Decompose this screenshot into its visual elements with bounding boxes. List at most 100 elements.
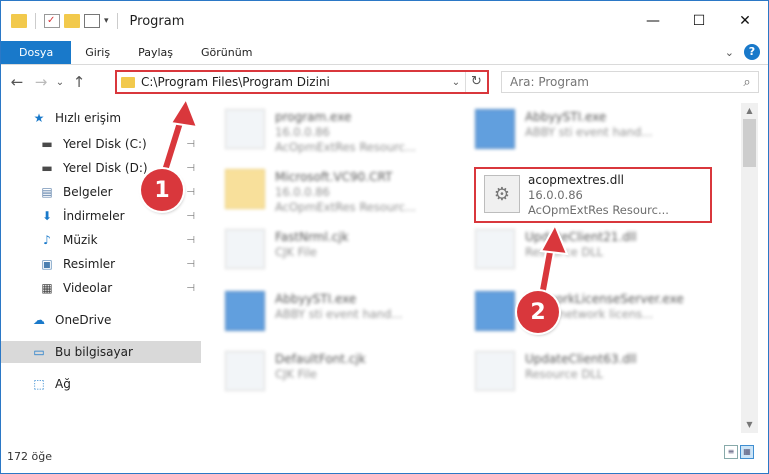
sidebar-item-quick-access[interactable]: ★ Hızlı erişim [1,107,201,129]
sidebar-item-onedrive[interactable]: ☁ OneDrive [1,309,201,331]
divider [35,13,36,29]
file-name: AbbyySTI.exe [525,110,607,124]
recent-locations-button[interactable]: ⌄ [53,77,67,88]
file-tile[interactable]: AbbyySTI.exe ABBY sti event hand... [459,105,709,163]
sidebar-item-disk-c[interactable]: ▬ Yerel Disk (C:) ⊣ [1,133,201,155]
customize-icon[interactable] [84,14,100,28]
file-detail: 16.0.0.86 [275,125,330,139]
pin-icon[interactable]: ⊣ [186,187,195,198]
exe-icon [225,109,265,149]
view-switcher: ≡ ▦ [724,445,754,459]
address-path[interactable]: C:\Program Files\Program Dizini [141,75,447,89]
properties-icon[interactable]: ✓ [44,14,60,28]
file-name: program.exe [275,110,352,124]
file-tile[interactable]: Microsoft.VC90.CRT 16.0.0.86 AcOpmExtRes R… [209,165,459,223]
network-icon: ⬚ [33,377,45,391]
file-tile[interactable]: NetworkLicenseServer.exe ABBY network lic… [459,287,709,345]
pin-icon[interactable]: ⊣ [186,211,195,222]
sidebar-item-videos[interactable]: ▦ Videolar ⊣ [1,277,201,299]
quick-access-toolbar: ✓ ▾ [11,13,122,29]
scroll-up-button[interactable]: ▲ [741,103,758,119]
maximize-button[interactable]: ☐ [676,1,722,41]
sidebar-item-label: Yerel Disk (C:) [63,137,147,151]
file-icon [225,229,265,269]
exe-icon [475,109,515,149]
forward-button[interactable]: → [29,73,53,91]
refresh-button[interactable]: ↻ [465,72,487,92]
file-detail: AcOpmExtRes Resourc... [275,140,416,154]
step-badge-1: 1 [141,169,183,211]
close-button[interactable]: ✕ [722,1,768,41]
sidebar-item-label: Ağ [55,377,71,391]
file-version: 16.0.0.86 [528,188,583,202]
exe-icon [475,291,515,331]
sidebar-item-label: Resimler [63,257,116,271]
file-detail: Resource DLL [525,245,604,259]
scroll-down-button[interactable]: ▼ [741,417,758,433]
tab-file[interactable]: Dosya [1,41,72,64]
file-detail: CJK File [275,245,317,259]
file-detail: Resource DLL [525,367,604,381]
file-tile[interactable]: DefaultFont.cjk CJK File [209,347,459,405]
address-bar[interactable]: C:\Program Files\Program Dizini ⌄ ↻ [115,70,489,94]
address-dropdown-button[interactable]: ⌄ [447,77,465,88]
search-icon[interactable]: ⌕ [736,75,758,90]
folder-icon [11,14,27,28]
status-bar: 172 öğe [1,439,768,473]
pictures-icon: ▣ [41,257,53,271]
search-box[interactable]: ⌕ [501,71,759,93]
highlighted-file-tile[interactable]: ⚙ acopmextres.dll 16.0.0.86 AcOpmExtRes … [474,167,712,223]
tiles-view-icon[interactable]: ▦ [740,445,754,459]
cloud-icon: ☁ [33,313,45,327]
minimize-button[interactable]: — [630,1,676,41]
window-title: Program [129,13,185,29]
chevron-down-icon[interactable]: ▾ [104,16,109,26]
details-view-icon[interactable]: ≡ [724,445,738,459]
tab-home[interactable]: Giriş [71,41,124,64]
tab-view[interactable]: Görünüm [187,41,266,64]
sidebar-item-label: Hızlı erişim [55,111,122,125]
expand-ribbon-icon[interactable]: ⌄ [725,46,734,59]
star-icon: ★ [33,111,45,125]
sidebar-item-network[interactable]: ⬚ Ağ [1,373,201,395]
back-button[interactable]: ← [5,73,29,91]
pin-icon[interactable]: ⊣ [186,259,195,270]
folder-icon [225,169,265,209]
step-badge-2: 2 [517,291,559,333]
pin-icon[interactable]: ⊣ [186,283,195,294]
sidebar-item-music[interactable]: ♪ Müzik ⊣ [1,229,201,251]
tab-share[interactable]: Paylaş [124,41,187,64]
ribbon-tabs: Dosya Giriş Paylaş Görünüm ⌄ ? [1,41,768,65]
search-input[interactable] [510,75,736,89]
sidebar-item-label: İndirmeler [63,209,125,223]
vertical-scrollbar[interactable]: ▲ ▼ [741,103,758,433]
title-bar: ✓ ▾ Program — ☐ ✕ [1,1,768,41]
video-icon: ▦ [41,281,53,295]
pin-icon[interactable]: ⊣ [186,235,195,246]
file-tile[interactable]: UpdateClient63.dll Resource DLL [459,347,709,405]
pin-icon[interactable]: ⊣ [186,163,195,174]
help-icon[interactable]: ? [744,44,760,60]
new-folder-icon[interactable] [64,14,80,28]
scroll-thumb[interactable] [743,119,756,167]
dll-gear-icon: ⚙ [484,175,520,213]
folder-icon [121,76,135,88]
up-button[interactable]: ↑ [67,73,91,91]
sidebar-item-pictures[interactable]: ▣ Resimler ⊣ [1,253,201,275]
file-tile[interactable]: UpdateClient21.dll Resource DLL [459,225,709,283]
file-tile[interactable]: FastNrml.cjk CJK File [209,225,459,283]
pin-icon[interactable]: ⊣ [186,139,195,150]
file-detail: CJK File [275,367,317,381]
file-name: UpdateClient21.dll [525,230,637,244]
file-detail: ABBY sti event hand... [525,125,653,139]
sidebar-item-label: Videolar [63,281,113,295]
file-tile[interactable]: AbbyySTI.exe ABBY sti event hand... [209,287,459,345]
sidebar-item-label: Müzik [63,233,98,247]
sidebar-item-this-pc[interactable]: ▭ Bu bilgisayar [1,341,201,363]
dll-icon [475,229,515,269]
disk-icon: ▬ [41,137,53,151]
sidebar-item-label: OneDrive [55,313,112,327]
divider [116,13,118,29]
file-tile[interactable]: program.exe 16.0.0.86 AcOpmExtRes Resourc.… [209,105,459,163]
download-icon: ⬇ [41,209,53,223]
